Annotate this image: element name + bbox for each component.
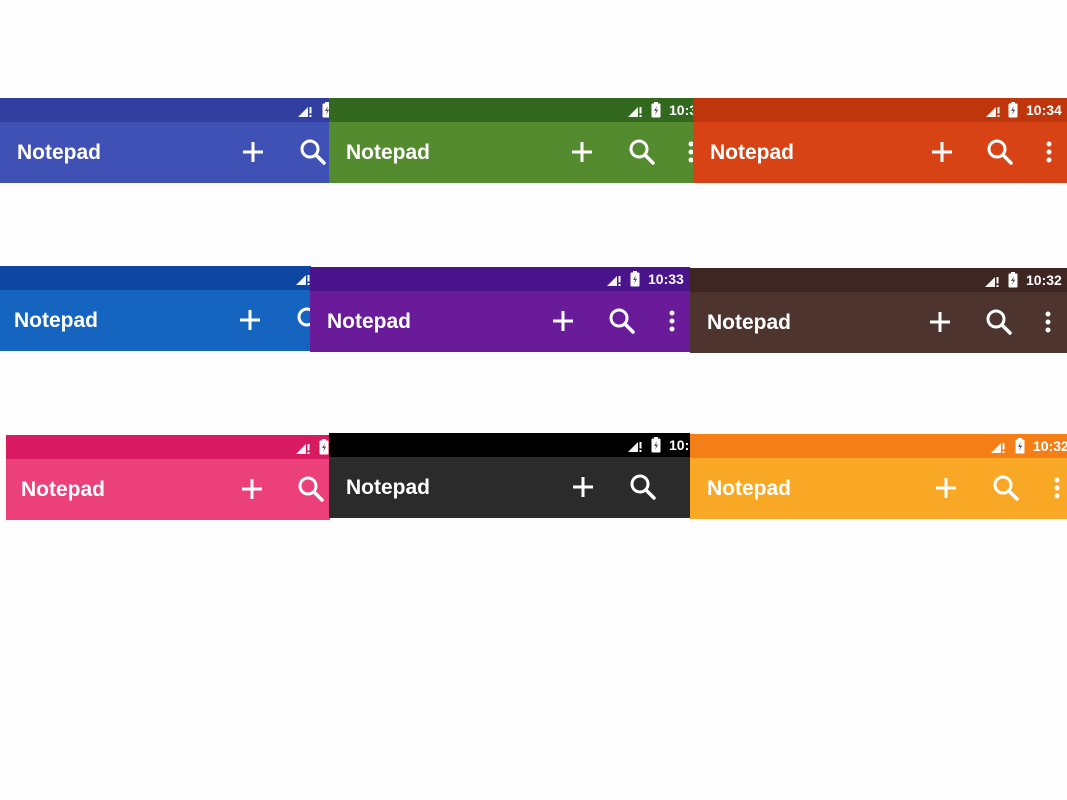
status-bar: 10:34	[693, 98, 1067, 122]
status-bar: 10:3	[329, 98, 693, 122]
search-button[interactable]	[606, 305, 638, 337]
status-bar: 10:33	[310, 267, 690, 291]
status-time: 10:3	[669, 102, 693, 118]
app-screenshot-purple: 10:33 Notepad	[310, 267, 690, 353]
status-time: 10:32	[1026, 272, 1062, 288]
app-title: Notepad	[707, 477, 791, 500]
signal-icon	[627, 102, 643, 118]
app-screenshot-blue: Notepad	[0, 266, 311, 352]
status-time: 10:	[669, 437, 690, 453]
search-button[interactable]	[990, 472, 1022, 504]
signal-icon	[990, 438, 1006, 454]
app-title: Notepad	[710, 141, 794, 164]
app-toolbar: Notepad	[0, 290, 311, 351]
app-title: Notepad	[346, 476, 430, 499]
overflow-menu-button[interactable]	[1032, 306, 1064, 338]
battery-icon	[630, 271, 640, 287]
signal-icon	[985, 102, 1001, 118]
add-note-button[interactable]	[926, 136, 958, 168]
app-toolbar: Notepad	[690, 292, 1067, 353]
search-button[interactable]	[297, 136, 329, 168]
search-button[interactable]	[627, 471, 659, 503]
status-time: 10:33	[648, 271, 684, 287]
signal-icon	[295, 270, 311, 286]
status-bar	[0, 98, 330, 122]
status-bar: 10:32	[690, 434, 1067, 458]
battery-icon	[1008, 272, 1018, 288]
status-bar	[0, 266, 311, 290]
battery-icon	[1015, 438, 1025, 454]
status-time: 10:32	[1033, 438, 1067, 454]
add-note-button[interactable]	[236, 473, 268, 505]
overflow-menu-button[interactable]	[1041, 472, 1067, 504]
status-bar	[6, 435, 330, 459]
overflow-menu-button[interactable]	[675, 136, 693, 168]
app-screenshot-dark: 10: Notepad	[329, 433, 690, 519]
status-bar: 10:	[329, 433, 690, 457]
app-title: Notepad	[346, 141, 430, 164]
signal-icon	[627, 437, 643, 453]
app-toolbar: Notepad	[6, 459, 330, 520]
app-screenshot-deep-orange: 10:34 Notepad	[693, 98, 1067, 183]
search-button[interactable]	[984, 136, 1016, 168]
add-note-button[interactable]	[547, 305, 579, 337]
add-note-button[interactable]	[924, 306, 956, 338]
app-toolbar: Notepad	[329, 122, 693, 183]
app-screenshot-green: 10:3 Notepad	[329, 98, 693, 184]
signal-icon	[295, 439, 311, 455]
app-title: Notepad	[17, 141, 101, 164]
app-toolbar: Notepad	[690, 458, 1067, 519]
search-button[interactable]	[295, 473, 327, 505]
signal-icon	[297, 102, 313, 118]
battery-icon	[651, 102, 661, 118]
signal-icon	[606, 271, 622, 287]
app-toolbar: Notepad	[329, 457, 690, 518]
add-note-button[interactable]	[930, 472, 962, 504]
app-title: Notepad	[327, 310, 411, 333]
overflow-menu-button[interactable]	[656, 305, 688, 337]
search-button[interactable]	[983, 306, 1015, 338]
battery-icon	[319, 439, 329, 455]
status-time: 10:34	[1026, 102, 1062, 118]
app-screenshot-pink: Notepad	[6, 435, 330, 520]
app-title: Notepad	[707, 311, 791, 334]
status-bar: 10:32	[690, 268, 1067, 292]
add-note-button[interactable]	[566, 136, 598, 168]
search-button[interactable]	[626, 136, 658, 168]
battery-icon	[651, 437, 661, 453]
add-note-button[interactable]	[237, 136, 269, 168]
app-toolbar: Notepad	[693, 122, 1067, 183]
app-title: Notepad	[21, 478, 105, 501]
app-toolbar: Notepad	[310, 291, 690, 352]
app-screenshot-indigo: Notepad	[0, 98, 330, 184]
signal-icon	[984, 272, 1000, 288]
add-note-button[interactable]	[567, 471, 599, 503]
app-screenshot-amber: 10:32 Notepad	[690, 434, 1067, 520]
overflow-menu-button[interactable]	[1033, 136, 1065, 168]
app-screenshot-brown: 10:32 Notepad	[690, 268, 1067, 353]
search-button[interactable]	[294, 304, 311, 336]
app-title: Notepad	[14, 309, 98, 332]
app-toolbar: Notepad	[0, 122, 330, 183]
add-note-button[interactable]	[234, 304, 266, 336]
battery-icon	[1008, 102, 1018, 118]
